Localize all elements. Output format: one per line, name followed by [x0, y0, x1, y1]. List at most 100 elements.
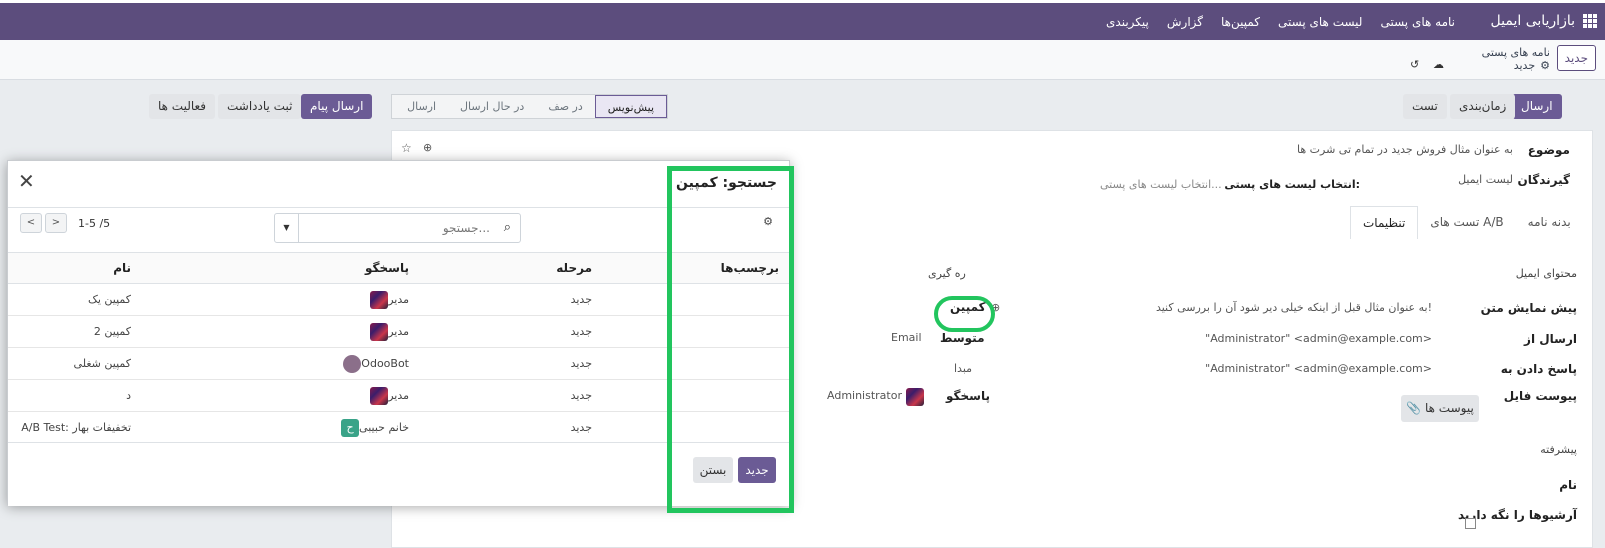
- table-row[interactable]: کمپین شغلی OdooBot جدید: [8, 347, 791, 380]
- breadcrumb-current: جدید: [1513, 59, 1536, 72]
- row-responsible[interactable]: ح خانم حبیبی: [143, 411, 421, 444]
- gear-icon[interactable]: ⚙: [763, 215, 773, 228]
- app-brand[interactable]: بازاریابی ایمیل: [1491, 13, 1575, 29]
- row-responsible[interactable]: مدیر: [143, 379, 421, 412]
- discard-icon[interactable]: ↺: [1410, 58, 1419, 71]
- row-responsible[interactable]: OdooBot: [143, 347, 421, 380]
- send-message-button[interactable]: ارسال پیام: [301, 94, 373, 119]
- row-tags[interactable]: [604, 347, 791, 380]
- star-icon[interactable]: ☆: [401, 141, 412, 155]
- create-new-button[interactable]: جدید: [738, 457, 776, 483]
- column-stage[interactable]: مرحله: [421, 252, 604, 284]
- reply-to-field[interactable]: "Administrator" <admin@example.com>: [1205, 362, 1432, 375]
- translate-icon[interactable]: ⊕: [991, 301, 1000, 314]
- row-name[interactable]: کمپین شغلی: [8, 347, 143, 380]
- row-tags[interactable]: [604, 379, 791, 412]
- campaign-label: کمپین: [950, 300, 986, 314]
- translate-icon[interactable]: ⊕: [423, 141, 432, 154]
- medium-label: متوسط: [940, 331, 985, 345]
- close-icon[interactable]: ✕: [18, 169, 35, 193]
- tab-settings[interactable]: تنظیمات: [1350, 206, 1419, 239]
- user-avatar: [370, 290, 389, 309]
- table-row[interactable]: کمپین 2 مدیر جدید: [8, 315, 791, 348]
- attachments-button-label: پیوست ها: [1424, 401, 1474, 415]
- row-responsible[interactable]: مدیر: [143, 315, 421, 348]
- responsible-avatar: [906, 388, 924, 406]
- nav-campaigns[interactable]: کمپین‌ها: [1221, 15, 1260, 29]
- medium-field[interactable]: Email: [891, 331, 922, 344]
- responsible-field[interactable]: Administrator: [827, 389, 902, 402]
- search-icon[interactable]: ⌕: [504, 220, 511, 235]
- search-box: ▼ جستجو... ⌕: [274, 213, 521, 243]
- control-panel: جدید نامه های پستی جدید ⚙ ☁ ↺: [0, 40, 1605, 80]
- keep-archives-checkbox[interactable]: [1465, 518, 1476, 529]
- user-avatar: [370, 322, 389, 341]
- table-row[interactable]: د مدیر جدید: [8, 379, 791, 412]
- preview-field[interactable]: به عنوان مثال قبل از اینکه خیلی دیر شود …: [1156, 301, 1432, 314]
- nav-configuration[interactable]: پیکربندی: [1106, 15, 1149, 29]
- stage-queue[interactable]: در صف: [536, 95, 594, 118]
- reply-to-label: پاسخ دادن به: [1500, 362, 1577, 376]
- dialog-header-divider: [8, 207, 789, 208]
- cloud-save-icon[interactable]: ☁: [1433, 58, 1444, 71]
- paperclip-icon: 📎: [1406, 401, 1422, 415]
- top-navbar: بازاریابی ایمیل نامه های پستی لیست های پ…: [0, 0, 1605, 40]
- column-tags[interactable]: برچسب‌ها: [604, 252, 791, 284]
- mailing-lists-input[interactable]: انتخاب لیست های پستی...: [1100, 178, 1222, 191]
- stage-sending[interactable]: در حال ارسال: [448, 95, 536, 118]
- stage-bar: پیش‌نویس در صف در حال ارسال ارسال: [391, 94, 668, 119]
- search-options-toggle[interactable]: ▼: [275, 214, 299, 242]
- breadcrumb-parent[interactable]: نامه های پستی: [1482, 46, 1550, 59]
- row-tags[interactable]: [604, 283, 791, 316]
- row-tags[interactable]: [604, 315, 791, 348]
- nav-reporting[interactable]: گزارش: [1167, 15, 1203, 29]
- new-record-button[interactable]: جدید: [1556, 45, 1596, 71]
- attachments-button[interactable]: 📎 پیوست ها: [1401, 395, 1479, 422]
- table-row[interactable]: کمپین یک مدیر جدید: [8, 283, 791, 316]
- column-name[interactable]: نام: [8, 252, 143, 284]
- campaign-list: نام پاسخگو مرحله برچسب‌ها کمپین یک مدیر …: [8, 252, 791, 444]
- search-input[interactable]: جستجو...: [443, 221, 490, 235]
- nav-mailings[interactable]: نامه های پستی: [1380, 15, 1455, 29]
- pager-previous-button[interactable]: <: [20, 213, 42, 233]
- close-button[interactable]: بستن: [693, 457, 733, 483]
- row-name[interactable]: کمپین 2: [8, 315, 143, 348]
- main-nav: نامه های پستی لیست های پستی کمپین‌ها گزا…: [1106, 15, 1455, 29]
- schedule-button[interactable]: زمان‌بندی: [1450, 94, 1516, 119]
- row-tags[interactable]: [604, 411, 791, 444]
- test-button[interactable]: تست: [1403, 94, 1447, 119]
- row-stage[interactable]: جدید: [421, 379, 604, 412]
- pager-value[interactable]: 1-5 /5: [78, 217, 110, 230]
- from-field[interactable]: "Administrator" <admin@example.com>: [1205, 332, 1432, 345]
- pager-next-button[interactable]: >: [45, 213, 67, 233]
- row-name[interactable]: د: [8, 379, 143, 412]
- row-name[interactable]: کمپین یک: [8, 283, 143, 316]
- gear-icon[interactable]: ⚙: [1540, 59, 1550, 72]
- column-responsible[interactable]: پاسخگو: [143, 252, 421, 284]
- row-stage[interactable]: جدید: [421, 411, 604, 444]
- send-button[interactable]: ارسال: [1512, 94, 1562, 119]
- responsible-name: مدیر: [388, 324, 409, 338]
- responsible-name: مدیر: [388, 388, 409, 402]
- attachments-label: پیوست فایل: [1503, 389, 1577, 403]
- row-stage[interactable]: جدید: [421, 315, 604, 348]
- subject-field[interactable]: به عنوان مثال فروش جدید در تمام تی شرت ه…: [1297, 143, 1513, 156]
- tab-mail-body[interactable]: بدنه نامه: [1516, 206, 1583, 239]
- apps-menu-icon[interactable]: [1583, 14, 1597, 28]
- advanced-section-title: پیشرفته: [1540, 443, 1577, 456]
- stage-sent[interactable]: ارسال: [395, 95, 448, 118]
- nav-mailing-lists[interactable]: لیست های پستی: [1278, 15, 1362, 29]
- stage-draft[interactable]: پیش‌نویس: [594, 95, 667, 118]
- log-note-button[interactable]: ثبت یادداشت: [218, 94, 302, 119]
- table-row[interactable]: A/B Test: تخفیفات بهار ح خانم حبیبی جدید: [8, 411, 791, 444]
- letter-avatar: ح: [341, 418, 360, 437]
- recipients-model[interactable]: لیست ایمیل: [1458, 173, 1513, 186]
- activities-button[interactable]: فعالیت ها: [149, 94, 216, 119]
- row-stage[interactable]: جدید: [421, 347, 604, 380]
- user-avatar: [370, 386, 389, 405]
- row-responsible[interactable]: مدیر: [143, 283, 421, 316]
- row-name[interactable]: A/B Test: تخفیفات بهار: [8, 411, 143, 444]
- tab-ab-tests[interactable]: تست های A/B: [1418, 206, 1515, 239]
- row-stage[interactable]: جدید: [421, 283, 604, 316]
- responsible-name: مدیر: [388, 292, 409, 306]
